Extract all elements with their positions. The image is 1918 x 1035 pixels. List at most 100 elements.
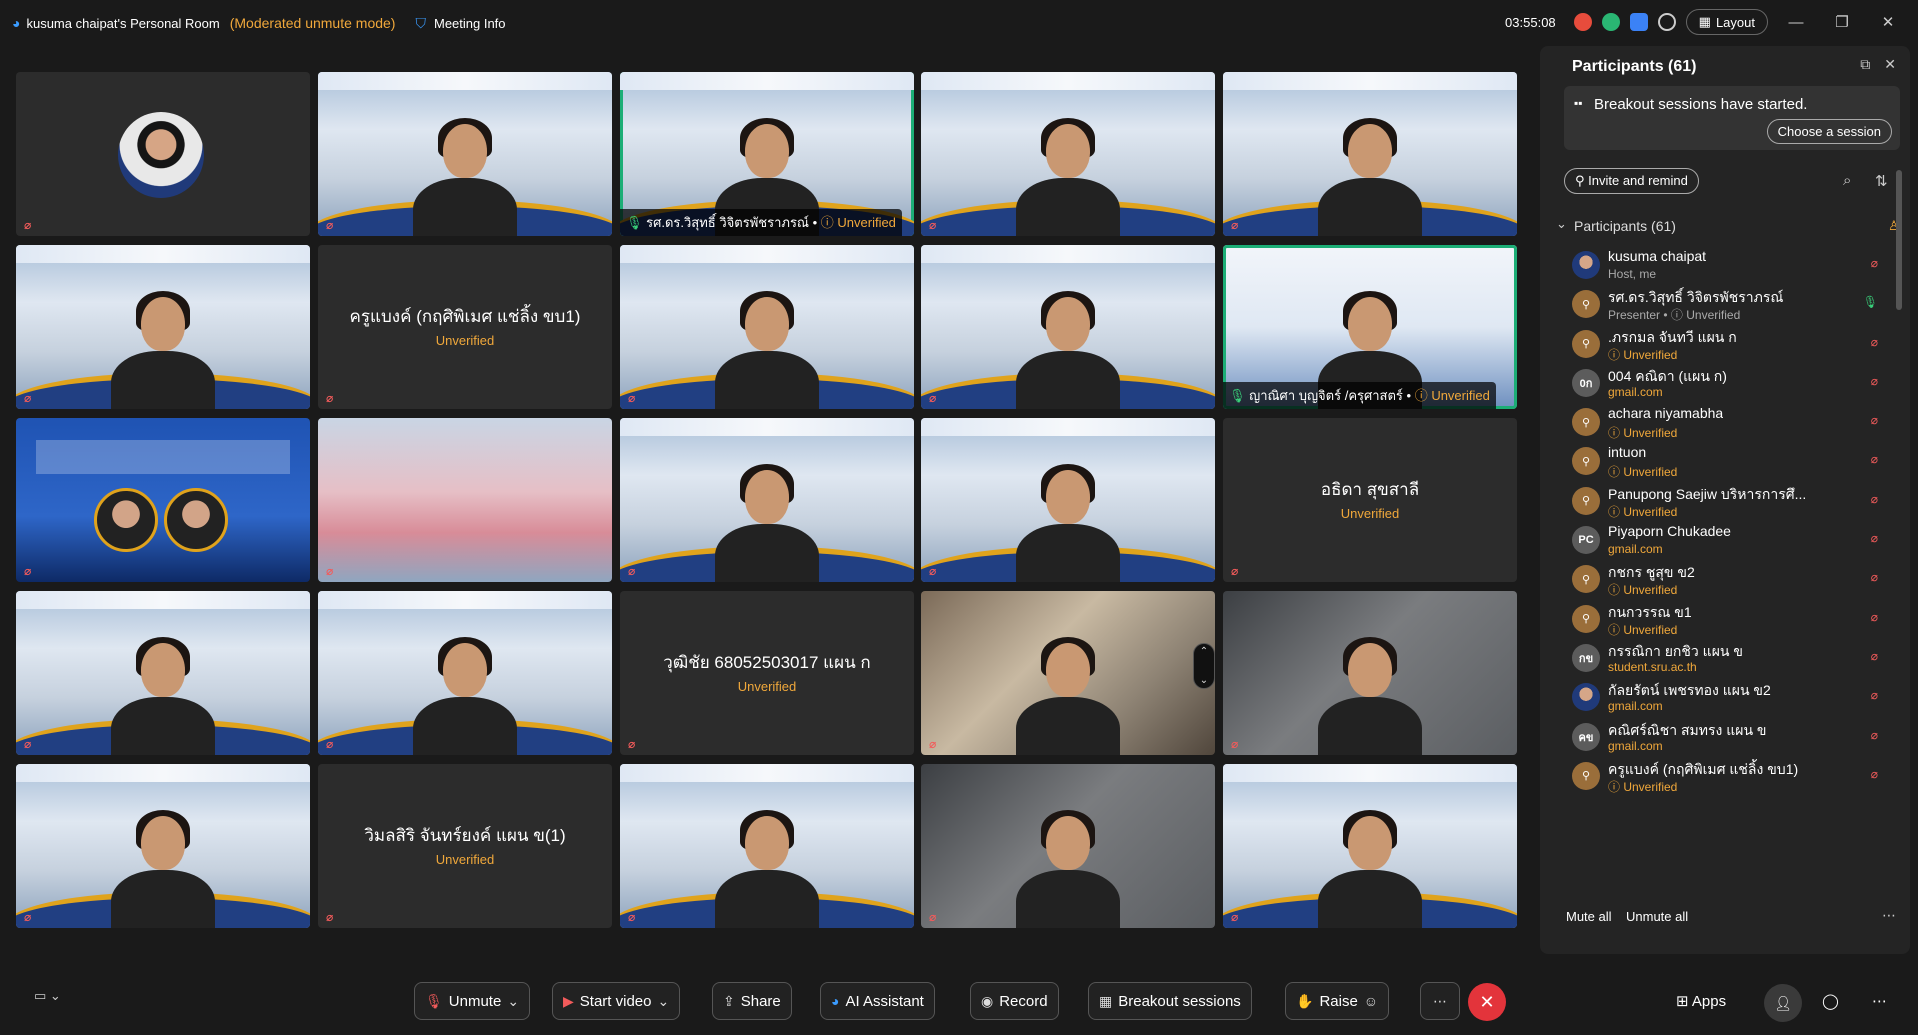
recording-status-icon[interactable] — [1573, 13, 1592, 31]
participant-row[interactable]: 0ก 004 คณิดา (แผน ก) gmail.com ⌀ — [1558, 366, 1888, 405]
minimize-icon[interactable]: — — [1778, 14, 1814, 31]
grid-scroll-control[interactable]: ⌃ ⌄ — [1193, 643, 1215, 689]
calendar-icon[interactable] — [1629, 13, 1648, 31]
video-tile[interactable]: ⌀ — [16, 418, 310, 582]
video-tile[interactable]: ⌀ — [16, 245, 310, 409]
participant-subtitle: ⓘ Unverified — [1608, 347, 1678, 362]
breakout-sessions-button[interactable]: ▦ Breakout sessions — [1088, 982, 1252, 1020]
participant-row[interactable]: ⚲ achara niyamabha ⓘ Unverified ⌀ — [1558, 405, 1888, 444]
app-status-icon[interactable] — [1601, 13, 1620, 31]
video-tile[interactable]: ⌀ — [318, 72, 612, 236]
unmute-all-button[interactable]: Unmute all — [1626, 909, 1688, 924]
chevron-down-icon[interactable]: ⌄ — [1200, 675, 1208, 686]
meeting-info-button[interactable]: Meeting Info — [434, 16, 506, 31]
video-tile[interactable]: ⌀ — [16, 72, 310, 236]
video-tile[interactable]: ⌀ — [318, 591, 612, 755]
start-video-button[interactable]: ▶ Start video ⌄ — [552, 982, 681, 1020]
mic-muted-icon[interactable]: ⌀ — [1871, 767, 1878, 781]
video-tile[interactable]: ⌀ — [1223, 72, 1517, 236]
video-tile[interactable]: ⌀ — [620, 418, 914, 582]
mic-muted-icon: ⌀ — [326, 737, 334, 751]
sort-icon[interactable]: ⇅ — [1875, 172, 1888, 190]
mic-muted-icon[interactable]: ⌀ — [1871, 570, 1878, 584]
video-tile[interactable]: ⌀ — [921, 591, 1215, 755]
participant-row[interactable]: kusuma chaipat Host, me ⌀ — [1558, 248, 1888, 287]
mic-muted-icon[interactable]: ⌀ — [1871, 492, 1878, 506]
chevron-down-icon[interactable]: ⌄ — [507, 993, 519, 1010]
panel-scrollbar[interactable] — [1896, 170, 1902, 310]
mic-muted-icon[interactable]: ⌀ — [1871, 413, 1878, 427]
mic-muted-icon[interactable]: ⌀ — [1871, 610, 1878, 624]
participant-row[interactable]: ⚲ กชกร ชูสุข ข2 ⓘ Unverified ⌀ — [1558, 562, 1888, 601]
raise-hand-button[interactable]: ✋ Raise ☺ — [1285, 982, 1390, 1020]
chevron-down-icon[interactable]: ⌄ — [1556, 216, 1567, 232]
video-tile[interactable]: ⌀ — [620, 245, 914, 409]
participant-row[interactable]: ⚲ รศ.ดร.วิสุทธิ์ วิจิตรพัชราภรณ์ Presenter… — [1558, 287, 1888, 326]
video-tile[interactable]: วิมลสิริ จันทร์ยงค์ แผน ข(1) Unverified ⌀ — [318, 764, 612, 928]
close-panel-icon[interactable]: ✕ — [1884, 56, 1896, 73]
participant-row[interactable]: ⚲ ครูแบงค์ (กฤศิพิเมศ แช่ลิ้ง ขบ1) ⓘ Unver… — [1558, 759, 1888, 798]
unverified-label: Unverified — [1340, 506, 1400, 521]
more-options-icon[interactable]: ⋯ — [1872, 992, 1887, 1010]
leave-meeting-button[interactable]: ✕ — [1468, 983, 1506, 1021]
more-options-icon[interactable]: ⋯ — [1882, 907, 1896, 924]
chevron-up-icon[interactable]: ⌃ — [1200, 646, 1208, 657]
mute-all-button[interactable]: Mute all — [1566, 909, 1612, 924]
participant-row[interactable]: ⚲ กนกวรรณ ข1 ⓘ Unverified ⌀ — [1558, 602, 1888, 641]
mic-muted-icon[interactable]: ⌀ — [1871, 649, 1878, 663]
mic-muted-icon[interactable]: ⌀ — [1871, 688, 1878, 702]
participant-row[interactable]: ⚲ Panupong Saejiw บริหารการศึ... ⓘ Unverif… — [1558, 484, 1888, 523]
video-tile[interactable]: ⌀ — [1223, 764, 1517, 928]
popout-icon[interactable]: ⧉ — [1860, 56, 1870, 73]
invite-remind-button[interactable]: ⚲ Invite and remind — [1564, 168, 1699, 194]
participant-row[interactable]: ⚲ intuon ⓘ Unverified ⌀ — [1558, 444, 1888, 483]
avatar: 0ก — [1572, 368, 1600, 397]
mic-muted-icon[interactable]: ⌀ — [1871, 728, 1878, 742]
participants-section-header[interactable]: Participants (61) — [1574, 218, 1676, 234]
mic-muted-icon[interactable]: ⌀ — [1871, 374, 1878, 388]
more-button[interactable]: ⋯ — [1420, 982, 1460, 1020]
layout-button[interactable]: ▦ Layout — [1685, 9, 1768, 35]
video-tile[interactable]: 🎙︎ ญาณิศา บุญจิตร์ /ครุศาสตร์ • ⓘ Unveri… — [1223, 245, 1517, 409]
video-tile[interactable]: ครูแบงค์ (กฤศิพิเมศ แช่ลิ้ง ขบ1) Unverifi… — [318, 245, 612, 409]
emoji-icon[interactable]: ☺ — [1364, 993, 1378, 1009]
video-tile[interactable]: 🎙︎ รศ.ดร.วิสุทธิ์ วิจิตรพัชราภรณ์ • ⓘ Un… — [620, 72, 914, 236]
ai-assistant-button[interactable]: ◕ AI Assistant — [820, 982, 935, 1020]
chevron-down-icon[interactable]: ⌄ — [658, 993, 670, 1010]
participant-row[interactable]: กัลยรัตน์ เพชรทอง แผน ข2 gmail.com ⌀ — [1558, 680, 1888, 719]
chat-icon[interactable]: ◯ — [1822, 992, 1839, 1010]
participant-row[interactable]: คข คณิศร์ณิชา สมทรง แผน ข gmail.com ⌀ — [1558, 720, 1888, 759]
close-icon[interactable]: ✕ — [1870, 13, 1906, 31]
captions-icon[interactable]: ▭ ⌄ — [34, 988, 61, 1004]
shield-icon[interactable]: ⛉ — [415, 15, 426, 32]
video-tile[interactable]: ⌀ — [620, 764, 914, 928]
restore-icon[interactable]: ❐ — [1824, 13, 1860, 31]
choose-session-button[interactable]: Choose a session — [1766, 119, 1892, 144]
zoom-icon[interactable] — [1657, 13, 1676, 31]
mic-muted-icon[interactable]: ⌀ — [1871, 452, 1878, 466]
video-tile[interactable]: ⌀ — [16, 591, 310, 755]
video-tile[interactable]: อธิดา สุขสาลี Unverified ⌀ — [1223, 418, 1517, 582]
video-tile[interactable]: ⌀ — [921, 764, 1215, 928]
video-tile[interactable]: ⌀ — [921, 245, 1215, 409]
mic-muted-icon[interactable]: ⌀ — [1871, 335, 1878, 349]
record-button[interactable]: ◉ Record — [970, 982, 1059, 1020]
video-tile[interactable]: ⌀ — [16, 764, 310, 928]
video-tile[interactable]: ⌀ — [1223, 591, 1517, 755]
participant-video-figure — [1310, 116, 1430, 236]
share-button[interactable]: ⇪ Share — [712, 982, 792, 1020]
participant-row[interactable]: กข กรรณิกา ยกชิว แผน ข student.sru.ac.th ⌀ — [1558, 641, 1888, 680]
video-tile[interactable]: ⌀ — [921, 72, 1215, 236]
mic-on-icon[interactable]: 🎙︎ — [1863, 295, 1878, 309]
video-tile[interactable]: วุฒิชัย 68052503017 แผน ก Unverified ⌀ — [620, 591, 914, 755]
search-icon[interactable]: ⌕ — [1843, 172, 1851, 189]
mic-muted-icon[interactable]: ⌀ — [1871, 256, 1878, 270]
mic-muted-icon[interactable]: ⌀ — [1871, 531, 1878, 545]
participants-toggle-button[interactable]: 👤︎ — [1764, 984, 1802, 1022]
apps-button[interactable]: ⊞ Apps — [1676, 992, 1726, 1010]
video-tile[interactable]: ⌀ — [318, 418, 612, 582]
unmute-button[interactable]: 🎙︎ Unmute ⌄ — [414, 982, 531, 1020]
participant-row[interactable]: ⚲ .ภรกมล จันทวี แผน ก ⓘ Unverified ⌀ — [1558, 327, 1888, 366]
video-tile[interactable]: ⌀ — [921, 418, 1215, 582]
participant-row[interactable]: PC Piyaporn Chukadee gmail.com ⌀ — [1558, 523, 1888, 562]
